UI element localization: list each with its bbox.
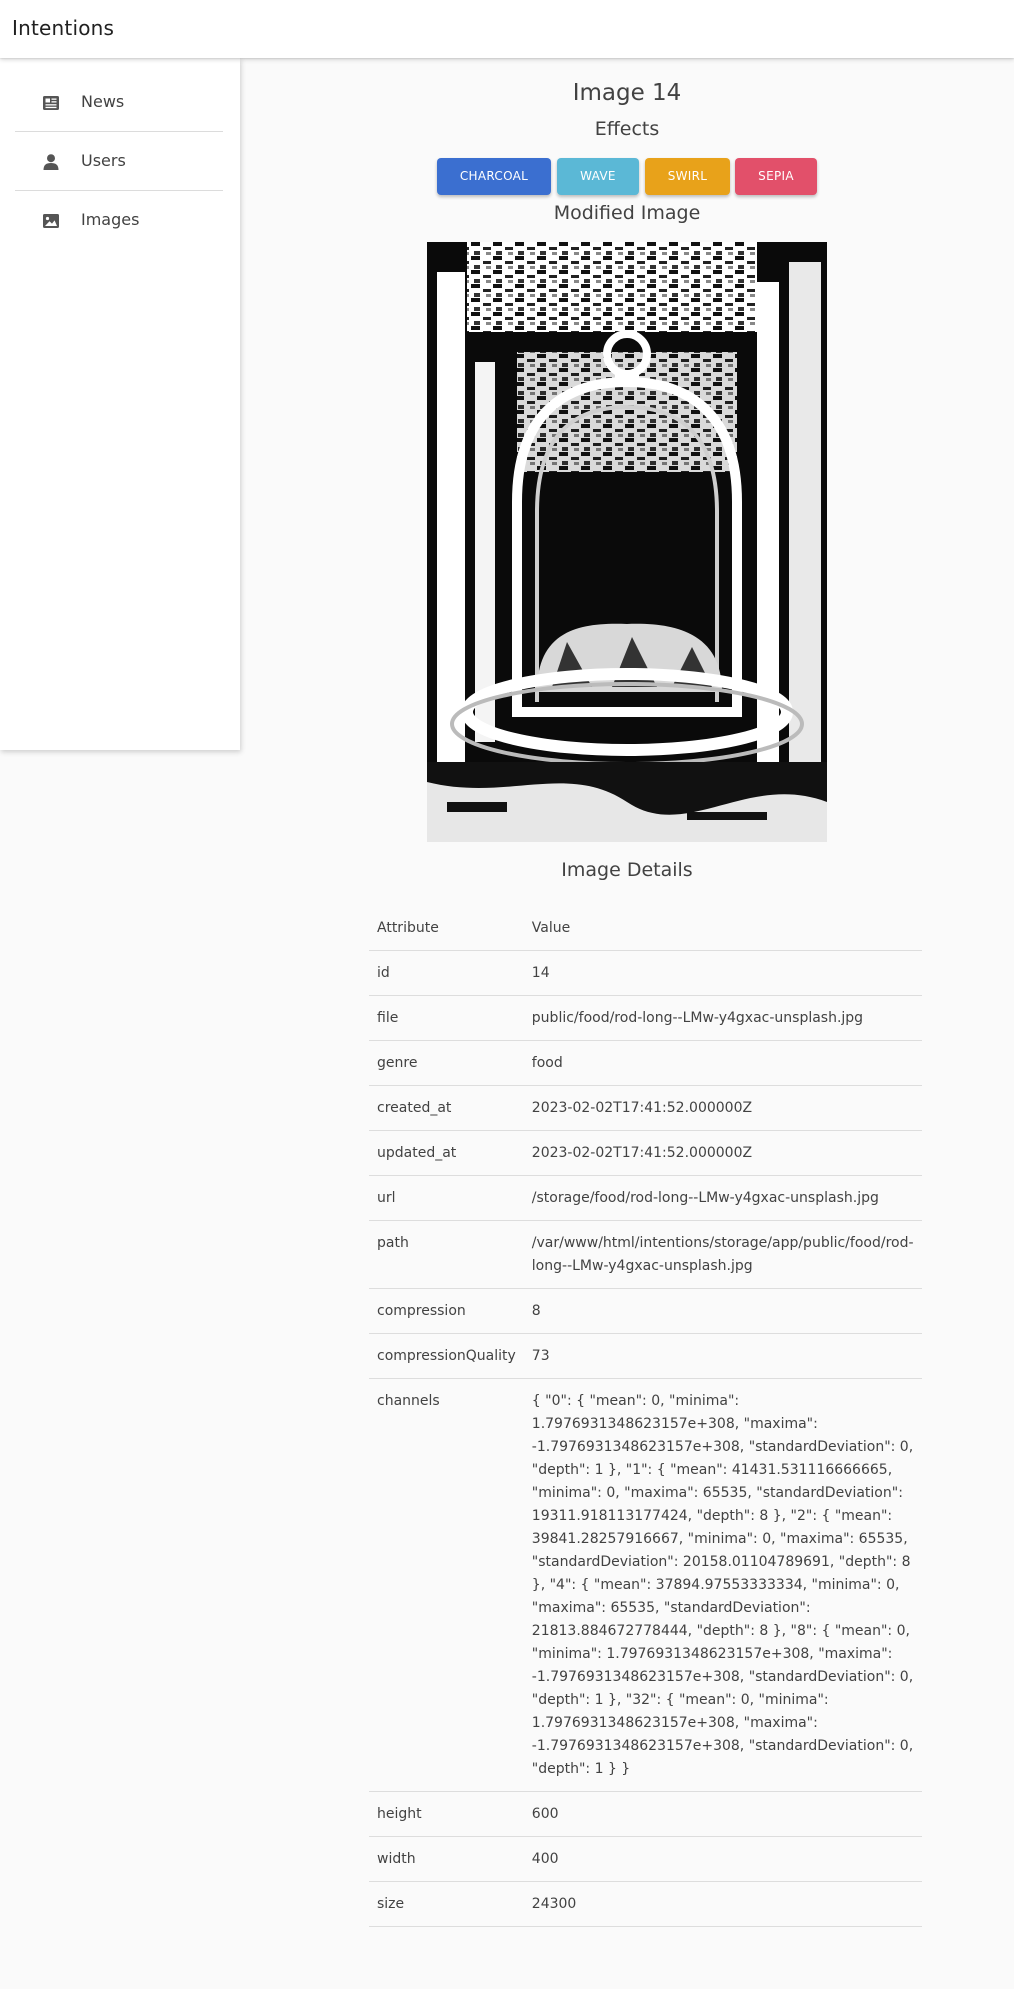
- sidebar-item-label: Users: [81, 151, 126, 170]
- value-cell: public/food/rod-long--LMw-y4gxac-unsplas…: [523, 995, 922, 1041]
- attribute-cell: genre: [369, 1040, 524, 1086]
- column-header: Value: [523, 906, 922, 951]
- sepia-button[interactable]: SEPIA: [735, 158, 817, 195]
- app-title: Intentions: [12, 16, 115, 40]
- table-row: compression 8: [369, 1288, 922, 1334]
- table-row: updated_at 2023-02-02T17:41:52.000000Z: [369, 1130, 922, 1176]
- value-cell: 2023-02-02T17:41:52.000000Z: [523, 1130, 922, 1176]
- charcoal-button[interactable]: CHARCOAL: [437, 158, 551, 195]
- table-row: id 14: [369, 950, 922, 996]
- modified-image-heading: Modified Image: [553, 202, 701, 224]
- attribute-cell: url: [369, 1175, 524, 1221]
- attribute-cell: compressionQuality: [369, 1333, 524, 1379]
- effects-button-group: CHARCOAL WAVE SWIRL SEPIA: [437, 158, 817, 195]
- table-row: file public/food/rod-long--LMw-y4gxac-un…: [369, 995, 922, 1041]
- value-cell: 600: [523, 1791, 922, 1837]
- swirl-button[interactable]: SWIRL: [645, 158, 730, 195]
- sidebar-item-news[interactable]: News: [15, 73, 223, 132]
- charcoal-image: [427, 242, 827, 842]
- attribute-cell: updated_at: [369, 1130, 524, 1176]
- image-icon: [43, 214, 59, 228]
- value-cell: 14: [523, 950, 922, 996]
- attribute-cell: width: [369, 1836, 524, 1882]
- page-title: Image 14: [572, 80, 682, 106]
- attribute-cell: id: [369, 950, 524, 996]
- sidebar-nav: News Users Images: [0, 58, 240, 750]
- value-cell: 24300: [523, 1881, 922, 1927]
- newspaper-icon: [43, 96, 59, 110]
- image-details-heading: Image Details: [561, 859, 693, 881]
- attribute-cell: path: [369, 1220, 524, 1289]
- table-header-row: Attribute Value: [369, 906, 922, 951]
- column-header: Attribute: [369, 906, 524, 951]
- attribute-cell: compression: [369, 1288, 524, 1334]
- attribute-cell: channels: [369, 1378, 524, 1792]
- table-row: created_at 2023-02-02T17:41:52.000000Z: [369, 1085, 922, 1131]
- user-icon: [43, 154, 59, 170]
- value-cell: 73: [523, 1333, 922, 1379]
- attribute-cell: size: [369, 1881, 524, 1927]
- image-details-table: Attribute Value id 14 file public/food/r…: [369, 906, 922, 1927]
- app-bar: Intentions: [0, 0, 1014, 58]
- sidebar-item-label: News: [81, 92, 125, 111]
- effects-heading: Effects: [594, 118, 660, 140]
- table-row: channels { "0": { "mean": 0, "minima": 1…: [369, 1378, 922, 1792]
- attribute-cell: created_at: [369, 1085, 524, 1131]
- value-cell: { "0": { "mean": 0, "minima": 1.79769313…: [523, 1378, 922, 1792]
- table-row: compressionQuality 73: [369, 1333, 922, 1379]
- sidebar-item-users[interactable]: Users: [15, 132, 223, 191]
- table-row: url /storage/food/rod-long--LMw-y4gxac-u…: [369, 1175, 922, 1221]
- value-cell: food: [523, 1040, 922, 1086]
- table-row: path /var/www/html/intentions/storage/ap…: [369, 1220, 922, 1289]
- wave-button[interactable]: WAVE: [557, 158, 639, 195]
- table-row: width 400: [369, 1836, 922, 1882]
- value-cell: /storage/food/rod-long--LMw-y4gxac-unspl…: [523, 1175, 922, 1221]
- sidebar-item-label: Images: [81, 210, 140, 229]
- modified-image: [427, 242, 827, 842]
- value-cell: 400: [523, 1836, 922, 1882]
- table-row: genre food: [369, 1040, 922, 1086]
- sidebar-item-images[interactable]: Images: [15, 191, 223, 249]
- table-row: size 24300: [369, 1881, 922, 1927]
- attribute-cell: file: [369, 995, 524, 1041]
- table-row: height 600: [369, 1791, 922, 1837]
- value-cell: 2023-02-02T17:41:52.000000Z: [523, 1085, 922, 1131]
- value-cell: /var/www/html/intentions/storage/app/pub…: [523, 1220, 922, 1289]
- attribute-cell: height: [369, 1791, 524, 1837]
- value-cell: 8: [523, 1288, 922, 1334]
